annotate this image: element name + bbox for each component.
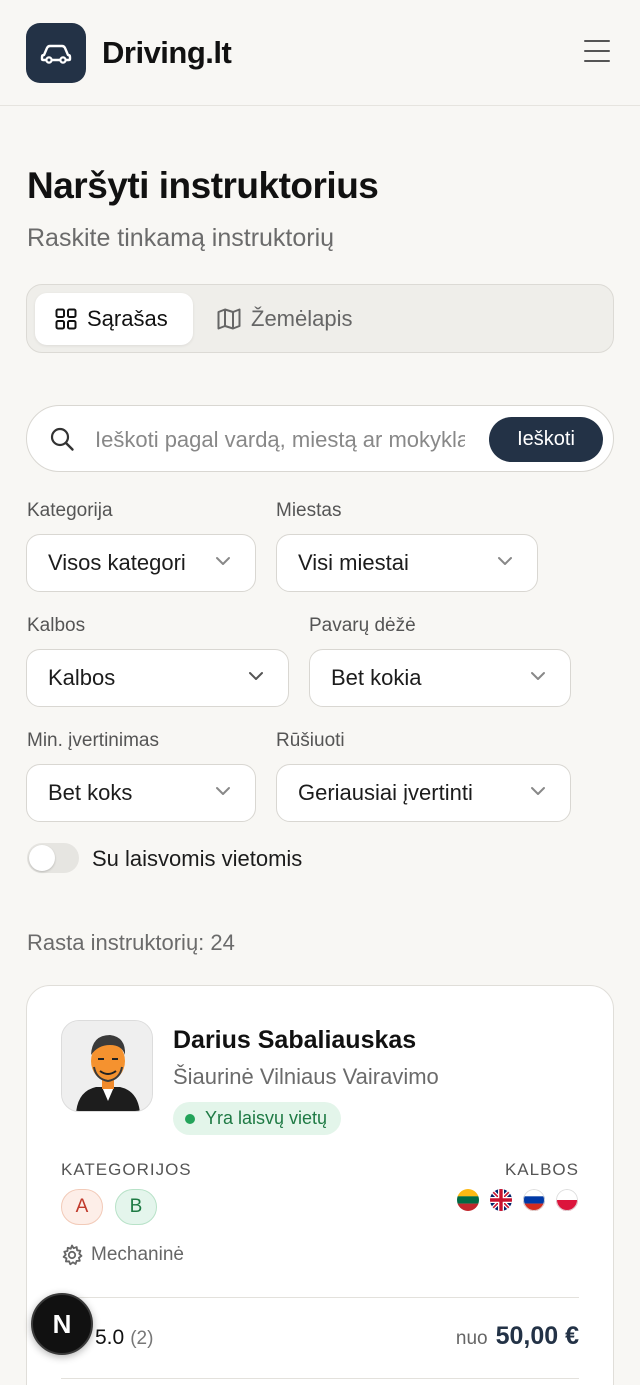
car-logo-icon[interactable] <box>26 22 86 83</box>
nextjs-devtools-button[interactable]: N <box>31 1293 93 1355</box>
results-count: Rasta instruktorių: 24 <box>27 930 235 955</box>
languages-select[interactable]: Kalbos <box>26 649 289 707</box>
availability-text: Yra laisvų vietų <box>205 1108 328 1128</box>
gear-icon <box>62 1244 83 1266</box>
transmission-info: Mechaninė <box>61 1244 184 1266</box>
price-display: nuo 50,00 € <box>456 1322 579 1351</box>
chevron-down-icon <box>531 787 545 795</box>
tab-map-label: Žemėlapis <box>251 306 353 331</box>
price-prefix: nuo <box>455 1328 488 1349</box>
ru-flag-icon <box>523 1189 545 1211</box>
transmission-text: Mechaninė <box>91 1244 184 1265</box>
price-value: 50,00 € <box>495 1322 579 1350</box>
view-toggle: Sąrašas Žemėlapis <box>26 284 614 353</box>
hamburger-menu-icon[interactable] <box>584 40 610 62</box>
min-rating-select[interactable]: Bet koks <box>26 764 256 822</box>
tab-list-label: Sąrašas <box>87 306 168 331</box>
lt-flag-icon <box>457 1189 479 1211</box>
chevron-down-icon <box>498 557 512 565</box>
pl-flag-icon <box>556 1189 578 1211</box>
languages-label: KALBOS <box>504 1160 579 1179</box>
sort-select-value: Geriausiai įvertinti <box>298 780 473 805</box>
sort-select[interactable]: Geriausiai įvertinti <box>276 764 571 822</box>
instructor-name[interactable]: Darius Sabaliauskas <box>173 1026 416 1055</box>
gb-flag-icon <box>490 1189 512 1211</box>
category-badge-b: B <box>115 1189 157 1225</box>
page-title: Naršyti instruktorius <box>27 165 379 206</box>
status-dot-icon <box>185 1113 195 1124</box>
search-bar: Ieškoti <box>26 405 614 472</box>
tab-map-view[interactable]: Žemėlapis <box>197 293 372 345</box>
tab-list-view[interactable]: Sąrašas <box>35 293 193 345</box>
search-input[interactable] <box>95 420 465 460</box>
page-subtitle: Raskite tinkamą instruktorių <box>27 224 335 252</box>
category-select-value: Visos kategorijos <box>48 550 185 575</box>
avatar <box>61 1020 153 1112</box>
card-divider <box>61 1297 579 1298</box>
category-badge-a: A <box>61 1189 103 1225</box>
chevron-down-icon <box>216 787 230 795</box>
search-button[interactable]: Ieškoti <box>489 417 603 462</box>
available-only-label[interactable]: Su laisvomis vietomis <box>92 846 302 872</box>
languages-filter-label: Kalbos <box>27 615 86 636</box>
app-header: Driving.lt <box>0 0 640 106</box>
chevron-down-icon <box>216 557 230 565</box>
map-icon <box>217 308 241 330</box>
min-rating-filter-label: Min. įvertinimas <box>27 730 159 751</box>
chevron-down-icon <box>249 672 263 680</box>
city-select[interactable]: Visi miestai <box>276 534 538 592</box>
sort-filter-label: Rūšiuoti <box>276 730 345 751</box>
rating-value: 5.0 <box>95 1326 125 1349</box>
city-filter-label: Miestas <box>276 500 342 521</box>
rating-display: 5.0 (2) <box>95 1326 153 1350</box>
min-rating-select-value: Bet koks <box>48 780 133 805</box>
grid-icon <box>55 308 77 330</box>
rating-count: (2) <box>130 1328 154 1349</box>
instructor-card[interactable]: Darius Sabaliauskas Šiaurinė Vilniaus Va… <box>26 985 614 1385</box>
gearbox-filter-label: Pavarų dėžė <box>309 615 416 636</box>
chevron-down-icon <box>531 672 545 680</box>
available-only-toggle[interactable] <box>27 843 79 873</box>
card-divider <box>61 1378 579 1379</box>
city-select-value: Visi miestai <box>298 550 409 575</box>
toggle-knob <box>29 845 55 871</box>
driving-school-name: Šiaurinė Vilniaus Vairavimo <box>173 1064 439 1089</box>
categories-label: KATEGORIJOS <box>61 1160 192 1179</box>
logo-text[interactable]: Driving.lt <box>102 35 232 71</box>
languages-select-value: Kalbos <box>48 665 116 690</box>
gearbox-select[interactable]: Bet kokia <box>309 649 571 707</box>
category-select[interactable]: Visos kategorijos <box>26 534 256 592</box>
category-filter-label: Kategorija <box>27 500 113 521</box>
gearbox-select-value: Bet kokia <box>331 665 422 690</box>
search-icon <box>50 427 74 451</box>
availability-badge: Yra laisvų vietų <box>173 1102 342 1135</box>
